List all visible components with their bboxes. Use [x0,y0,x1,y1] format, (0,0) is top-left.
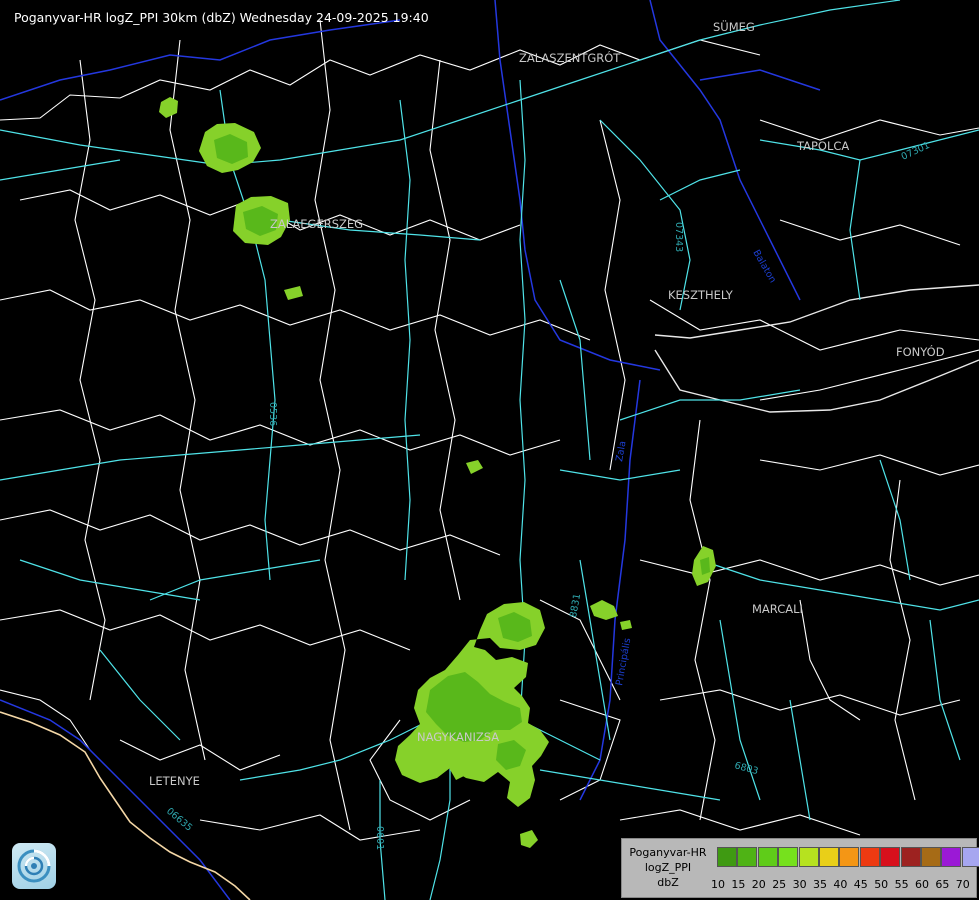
legend-tick-label: 70 [955,878,970,891]
town-label-tapolca: TAPOLCA [796,139,849,153]
town-label-nagykanizsa: NAGYKANIZSA [417,730,499,744]
legend-swatch [737,847,758,867]
legend-tick-label: 40 [833,878,848,891]
legend-tick-label: 30 [792,878,807,891]
road-label-07343: 07343 [673,222,684,252]
legend-tick-label: 25 [772,878,787,891]
road-label-0601: 0601 [374,826,385,850]
legend-swatch [819,847,839,867]
legend-unit: dbZ [657,876,679,889]
legend-swatch [757,847,778,867]
legend-tick-label: 10 [711,878,725,891]
legend-swatch [921,847,941,867]
town-label-fonyod: FONYÓD [896,344,945,359]
legend-swatch [798,847,819,867]
map-title: Poganyvar-HR logZ_PPI 30km (dbZ) Wednesd… [14,10,429,25]
legend-swatch [717,847,737,867]
legend-title: Poganyvar-HR logZ_PPI dbZ [624,845,712,890]
legend-swatch [941,847,962,867]
legend-swatch [880,847,901,867]
legend-tick-label: 20 [751,878,766,891]
town-label-letenye: LETENYE [149,774,200,788]
legend-tick-label: 60 [915,878,929,891]
town-label-zalaegerszeg: ZALAEGERSZEG [270,217,363,231]
legend-tick-label: 65 [935,878,950,891]
radar-agency-logo-icon [12,843,56,889]
town-label-sumeg: SÜMEG [713,18,755,34]
legend-product-name: logZ_PPI [644,861,692,874]
legend-tick-label: 55 [894,878,909,891]
radar-map[interactable]: SÜMEG ZALASZENTGRÓT TAPOLCA ZALAEGERSZEG… [0,0,979,900]
legend-swatch [961,847,979,867]
legend-tick-label: 45 [853,878,868,891]
town-label-keszthely: KESZTHELY [668,288,734,302]
legend-tick-label: 50 [874,878,889,891]
legend-swatch [859,847,880,867]
town-label-zalaszentgrot: ZALASZENTGRÓT [519,50,621,65]
legend-radar-name: Poganyvar-HR [629,846,707,859]
reflectivity-legend: Poganyvar-HR logZ_PPI dbZ 10 15 20 25 30 35 40… [621,838,979,898]
town-label-marcali: MARCALI [752,602,803,616]
legend-tick-label: 35 [813,878,827,891]
legend-swatch [839,847,860,867]
road-label-0536: 0536 [267,402,278,426]
legend-tick-label: 15 [731,878,746,891]
legend-swatch [900,847,921,867]
legend-swatch [778,847,799,867]
